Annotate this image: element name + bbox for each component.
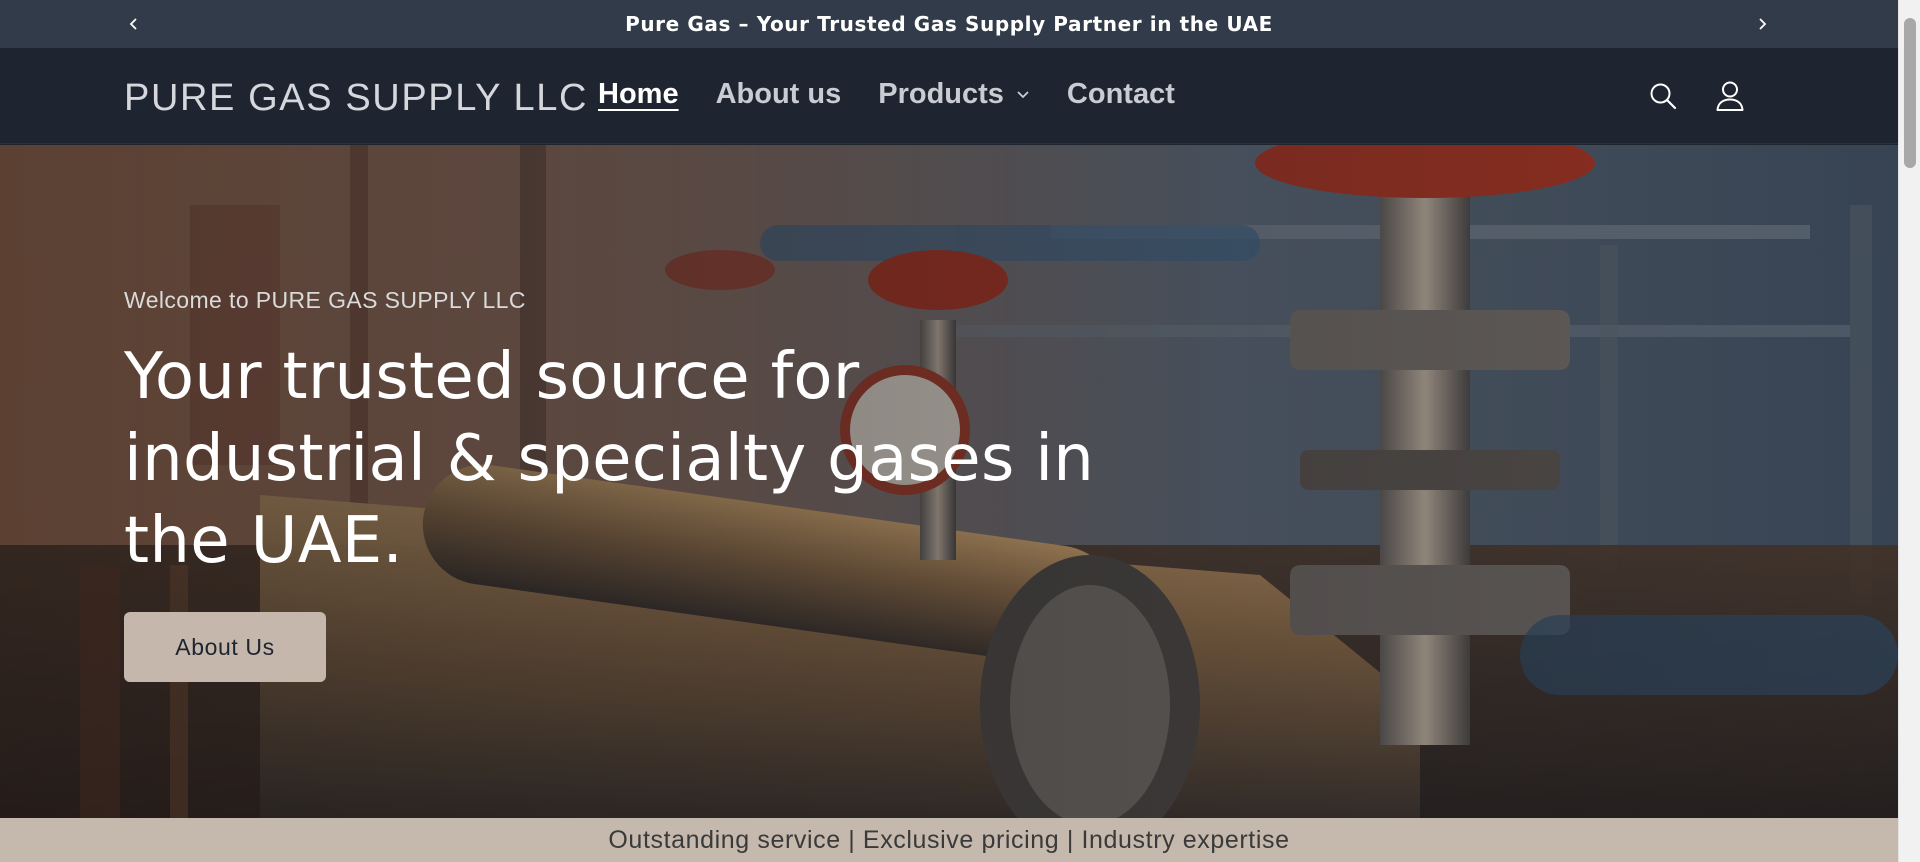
announcement-prev-button[interactable] (118, 8, 150, 40)
nav-contact-label: Contact (1066, 78, 1175, 110)
search-button[interactable] (1645, 78, 1681, 114)
announcement-bar: Pure Gas – Your Trusted Gas Supply Partn… (0, 0, 1898, 48)
value-proposition-strip: Outstanding service | Exclusive pricing … (0, 818, 1898, 862)
account-icon (1716, 81, 1744, 111)
chevron-right-icon (1759, 18, 1767, 30)
nav-about-us[interactable]: About us (716, 78, 842, 111)
search-icon (1650, 83, 1677, 110)
hero-kicker: Welcome to PURE GAS SUPPLY LLC (124, 287, 526, 313)
page: Pure Gas – Your Trusted Gas Supply Partn… (0, 0, 1898, 862)
account-button[interactable] (1712, 78, 1748, 114)
nav-products[interactable]: Products (878, 78, 1030, 111)
nav-contact[interactable]: Contact (1067, 78, 1175, 111)
main-nav: Home About us Products Contact (598, 78, 1212, 111)
page-scrollbar[interactable] (1898, 0, 1920, 862)
hero-title: Your trusted source for industrial & spe… (124, 340, 1095, 578)
nav-home[interactable]: Home (598, 78, 679, 111)
site-logo[interactable]: PURE GAS SUPPLY LLC (124, 77, 588, 120)
hero-banner: Welcome to PURE GAS SUPPLY LLC Your trus… (0, 145, 1898, 818)
hero-content: Welcome to PURE GAS SUPPLY LLC Your trus… (124, 287, 1124, 682)
announcement-text: Pure Gas – Your Trusted Gas Supply Partn… (625, 12, 1273, 36)
nav-products-label: Products (878, 78, 1004, 110)
about-us-button[interactable]: About Us (124, 612, 326, 682)
nav-home-label: Home (598, 78, 679, 110)
nav-about-us-label: About us (715, 78, 842, 110)
scrollbar-thumb[interactable] (1904, 18, 1916, 168)
value-proposition-text: Outstanding service | Exclusive pricing … (608, 825, 1290, 854)
chevron-down-icon (1016, 90, 1030, 100)
chevron-left-icon (129, 18, 137, 30)
site-header: PURE GAS SUPPLY LLC Home About us Produc… (0, 48, 1898, 144)
announcement-next-button[interactable] (1746, 8, 1778, 40)
